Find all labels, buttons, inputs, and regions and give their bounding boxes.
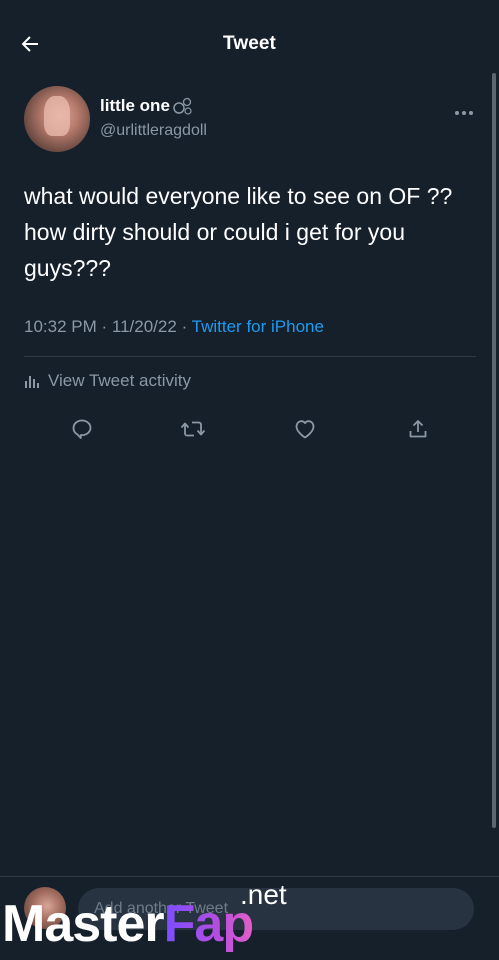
activity-label: View Tweet activity	[48, 371, 191, 390]
user-avatar	[24, 887, 66, 929]
scrollbar[interactable]	[492, 73, 496, 828]
tweet-meta: 10:32 PM · 11/20/22 · Twitter for iPhone	[24, 317, 324, 337]
author-display-name: little one	[100, 96, 170, 115]
more-dots-icon	[455, 111, 473, 115]
tweet-author: little one @urlittleragdoll	[24, 86, 476, 156]
activity-bars-icon	[25, 376, 39, 388]
tweet-source-link[interactable]: Twitter for iPhone	[192, 317, 324, 336]
meta-separator-2: ·	[181, 317, 188, 336]
share-icon	[409, 420, 427, 438]
like-button[interactable]	[290, 414, 320, 444]
more-options-button[interactable]	[454, 100, 474, 121]
meta-separator: ·	[101, 317, 108, 336]
author-avatar[interactable]	[24, 86, 90, 152]
tweet-time: 10:32 PM	[24, 317, 97, 336]
author-handle[interactable]: @urlittleragdoll	[100, 122, 207, 140]
divider	[24, 356, 476, 357]
add-tweet-input[interactable]	[78, 888, 474, 930]
reply-icon	[72, 419, 92, 439]
retweet-icon	[180, 421, 206, 437]
bubbles-emoji-icon	[173, 97, 192, 115]
tweet-detail-screen: Tweet little one @urlittleragdoll what w…	[0, 0, 499, 960]
retweet-button[interactable]	[178, 414, 208, 444]
heart-icon	[295, 420, 315, 439]
view-tweet-activity-link[interactable]: View Tweet activity	[24, 371, 191, 391]
reply-button[interactable]	[67, 414, 97, 444]
tweet-actions	[0, 414, 499, 444]
reply-bar	[0, 876, 499, 960]
page-title: Tweet	[223, 33, 276, 54]
author-names: little one @urlittleragdoll	[100, 95, 207, 140]
tweet-text: what would everyone like to see on OF ??…	[24, 183, 453, 281]
share-button[interactable]	[403, 414, 433, 444]
tweet-date: 11/20/22	[111, 317, 177, 336]
author-display-name-row[interactable]: little one	[100, 95, 207, 117]
top-bar: Tweet	[0, 0, 499, 88]
